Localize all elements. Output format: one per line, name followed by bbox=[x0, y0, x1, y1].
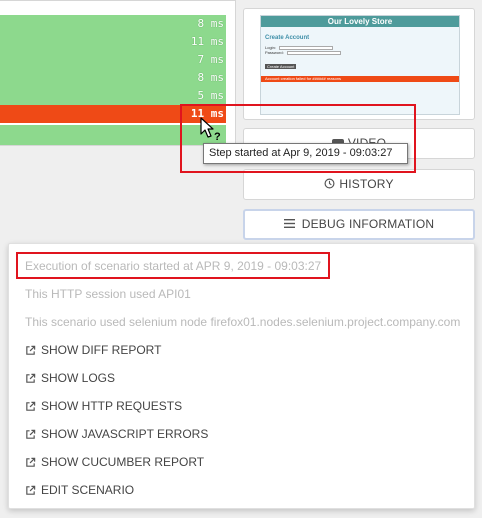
step-row[interactable]: 5 ms bbox=[0, 87, 226, 105]
edit-scenario-link[interactable]: EDIT SCENARIO bbox=[25, 483, 134, 497]
screenshot-card[interactable]: Our Lovely Store Create Account Login: P… bbox=[243, 8, 475, 120]
debug-information-menu: Execution of scenario started at APR 9, … bbox=[8, 243, 475, 509]
link-label: SHOW LOGS bbox=[41, 371, 116, 385]
link-label: EDIT SCENARIO bbox=[41, 483, 135, 497]
external-link-icon bbox=[26, 485, 36, 495]
history-icon bbox=[324, 178, 335, 189]
history-button-label: HISTORY bbox=[339, 177, 394, 191]
step-row[interactable]: 11 ms bbox=[0, 33, 226, 51]
thumb-error-banner: Account creation failed for ###### reaso… bbox=[261, 76, 459, 82]
show-cucumber-report-link[interactable]: SHOW CUCUMBER REPORT bbox=[25, 455, 204, 469]
selenium-node-info: This scenario used selenium node firefox… bbox=[25, 315, 461, 329]
thumb-login-input bbox=[278, 45, 333, 50]
step-row[interactable]: 7 ms bbox=[0, 51, 226, 69]
thumb-password-row: Password: bbox=[265, 50, 459, 55]
link-label: SHOW DIFF REPORT bbox=[41, 343, 162, 357]
step-start-tooltip: Step started at Apr 9, 2019 - 09:03:27 bbox=[203, 143, 408, 164]
external-link-icon bbox=[26, 429, 36, 439]
http-session-info: This HTTP session used API01 bbox=[25, 287, 191, 301]
thumb-heading: Create Account bbox=[265, 35, 310, 41]
external-link-icon bbox=[26, 345, 36, 355]
screenshot-thumbnail[interactable]: Our Lovely Store Create Account Login: P… bbox=[260, 15, 460, 115]
external-link-icon bbox=[26, 457, 36, 467]
external-link-icon bbox=[26, 373, 36, 383]
thumb-store-title: Our Lovely Store bbox=[261, 16, 459, 27]
step-row[interactable] bbox=[0, 125, 226, 145]
link-label: SHOW JAVASCRIPT ERRORS bbox=[41, 427, 209, 441]
debug-button-label: DEBUG INFORMATION bbox=[301, 217, 435, 231]
external-link-icon bbox=[26, 401, 36, 411]
thumb-password-input bbox=[286, 50, 341, 55]
link-label: SHOW CUCUMBER REPORT bbox=[41, 455, 205, 469]
show-http-requests-link[interactable]: SHOW HTTP REQUESTS bbox=[25, 399, 182, 413]
step-duration: 5 ms bbox=[197, 89, 225, 102]
help-cursor-icon: ? bbox=[200, 117, 221, 143]
step-duration: 11 ms bbox=[190, 35, 224, 48]
show-javascript-errors-link[interactable]: SHOW JAVASCRIPT ERRORS bbox=[25, 427, 208, 441]
steps-list: 8 ms 11 ms 7 ms 8 ms 5 ms 11 ms bbox=[0, 15, 226, 123]
link-label: SHOW HTTP REQUESTS bbox=[41, 399, 183, 413]
step-duration: 7 ms bbox=[197, 53, 225, 66]
svg-text:?: ? bbox=[214, 131, 221, 143]
step-row[interactable]: 8 ms bbox=[0, 69, 226, 87]
step-duration: 8 ms bbox=[197, 71, 225, 84]
thumb-create-button: Create Account bbox=[265, 64, 297, 69]
step-duration: 8 ms bbox=[197, 17, 225, 30]
debug-information-button[interactable]: DEBUG INFORMATION bbox=[243, 209, 475, 240]
show-diff-report-link[interactable]: SHOW DIFF REPORT bbox=[25, 343, 161, 357]
show-logs-link[interactable]: SHOW LOGS bbox=[25, 371, 115, 385]
step-row[interactable]: 8 ms bbox=[0, 15, 226, 33]
history-button[interactable]: HISTORY bbox=[243, 169, 475, 200]
step-row-failed[interactable]: 11 ms bbox=[0, 105, 226, 123]
execution-start-info: Execution of scenario started at APR 9, … bbox=[25, 259, 322, 273]
menu-icon bbox=[283, 219, 295, 228]
thumb-password-label: Password: bbox=[265, 50, 284, 55]
